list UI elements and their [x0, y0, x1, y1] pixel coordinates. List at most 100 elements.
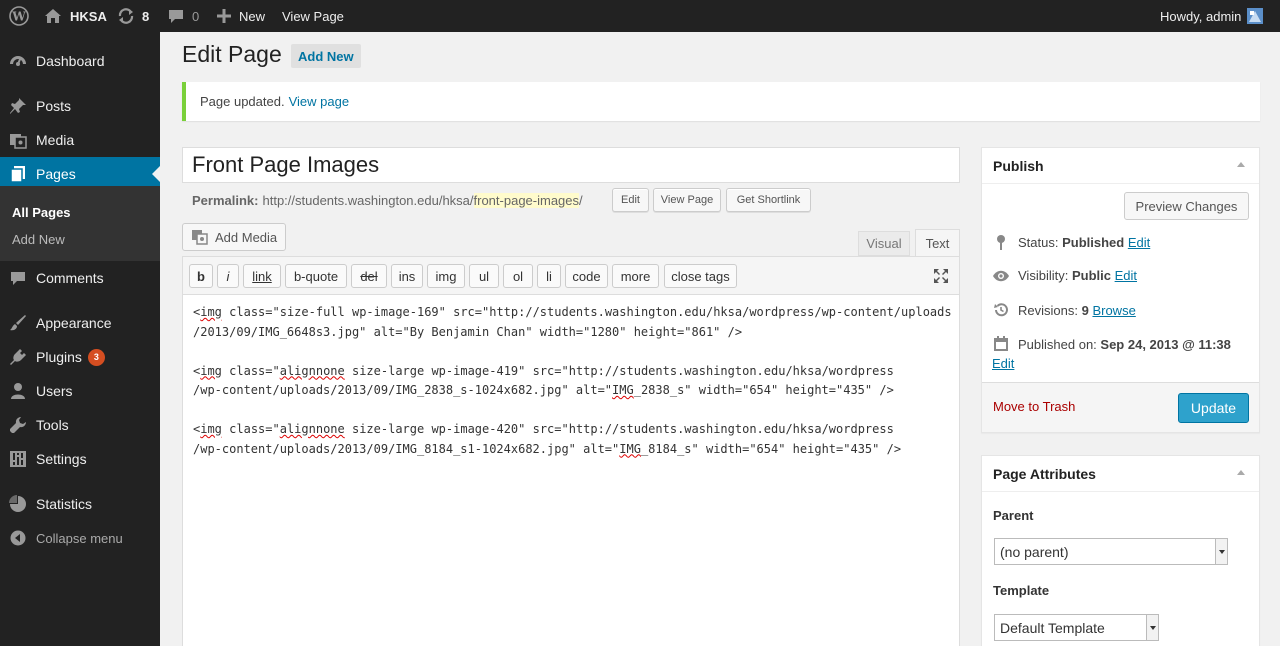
edit-status-link[interactable]: Edit — [1128, 235, 1150, 250]
submenu-item-add-new[interactable]: Add New — [12, 232, 65, 247]
brush-icon — [0, 314, 36, 332]
sidebar-item-dashboard[interactable]: Dashboard — [0, 44, 160, 78]
quicktag-close-tags-button[interactable]: close tags — [664, 264, 737, 288]
collapse-toggle-icon[interactable] — [1237, 470, 1245, 475]
view-page-notice-link[interactable]: View page — [289, 94, 349, 109]
page-attributes-header[interactable]: Page Attributes — [982, 456, 1259, 492]
comment-icon — [169, 10, 183, 23]
page-attributes-title: Page Attributes — [993, 465, 1096, 482]
site-name-link[interactable]: HKSA — [44, 0, 107, 32]
code-content[interactable]: <img class="size-full wp-image-169" src=… — [193, 303, 953, 459]
quicktag-code-button[interactable]: code — [565, 264, 608, 288]
template-select[interactable]: Default Template — [994, 614, 1159, 641]
settings-icon — [0, 450, 36, 468]
chevron-down-icon — [1215, 539, 1227, 564]
notice-text: Page updated. — [200, 94, 285, 109]
quicktag-italic-button[interactable]: i — [217, 264, 239, 288]
post-title-input[interactable]: Front Page Images — [182, 147, 960, 183]
quicktag-li-button[interactable]: li — [537, 264, 561, 288]
collapse-arrow-icon — [0, 530, 36, 546]
chart-icon — [0, 495, 36, 513]
update-button[interactable]: Update — [1178, 393, 1249, 423]
edit-date-row: Edit — [992, 356, 1014, 371]
comments-link[interactable]: 0 — [167, 0, 199, 32]
sidebar-item-users[interactable]: Users — [0, 374, 160, 408]
text-editor[interactable]: b i link b-quote del ins img ul ol li co… — [182, 256, 960, 646]
parent-label: Parent — [993, 508, 1034, 523]
comments-count: 0 — [192, 8, 200, 24]
sidebar-item-appearance[interactable]: Appearance — [0, 306, 160, 340]
view-page-button[interactable]: View Page — [653, 188, 721, 212]
get-shortlink-button[interactable]: Get Shortlink — [726, 188, 811, 212]
quicktag-more-button[interactable]: more — [612, 264, 659, 288]
wordpress-logo-icon[interactable]: W — [9, 0, 29, 32]
page-attributes-box: Page Attributes Parent (no parent) Templ… — [981, 455, 1260, 646]
calendar-icon — [992, 336, 1010, 352]
pages-icon — [0, 165, 36, 183]
admin-bar: W HKSA 8 0 New View Page Howdy, admin — [0, 0, 1280, 32]
wrench-icon — [0, 416, 36, 434]
edit-permalink-button[interactable]: Edit — [612, 188, 649, 212]
tab-text[interactable]: Text — [915, 229, 960, 257]
parent-select[interactable]: (no parent) — [994, 538, 1228, 565]
comment-icon — [0, 270, 36, 286]
users-icon — [0, 382, 36, 400]
quicktag-link-button[interactable]: link — [243, 264, 281, 288]
sidebar-item-statistics[interactable]: Statistics — [0, 487, 160, 521]
quicktag-img-button[interactable]: img — [427, 264, 465, 288]
home-icon — [45, 9, 61, 23]
plugin-icon — [0, 348, 36, 366]
updates-link[interactable]: 8 — [117, 0, 149, 32]
sidebar-item-settings[interactable]: Settings — [0, 442, 160, 476]
edit-date-link[interactable]: Edit — [992, 356, 1014, 371]
permalink-label: Permalink: — [192, 192, 259, 208]
permalink-slug[interactable]: front-page-images — [473, 192, 580, 208]
code-line: <img class="size-full wp-image-169" src=… — [193, 305, 952, 319]
submenu-item-all-pages[interactable]: All Pages — [12, 205, 71, 220]
preview-changes-button[interactable]: Preview Changes — [1124, 192, 1249, 220]
sidebar-item-posts[interactable]: Posts — [0, 89, 160, 123]
code-line: /wp-content/uploads/2013/09/IMG_8184_s1-… — [193, 441, 902, 456]
publish-box-header[interactable]: Publish — [982, 148, 1259, 184]
quicktags-toolbar: b i link b-quote del ins img ul ol li co… — [183, 257, 959, 295]
quicktag-blockquote-button[interactable]: b-quote — [285, 264, 347, 288]
media-icon — [0, 131, 36, 149]
revisions-row: Revisions: 9 Browse — [992, 302, 1136, 318]
quicktag-ul-button[interactable]: ul — [469, 264, 499, 288]
tab-visual[interactable]: Visual — [858, 231, 910, 256]
permalink-base: http://students.washington.edu/hksa/ — [262, 192, 474, 208]
page-title: Edit Page — [182, 41, 282, 67]
add-media-button[interactable]: Add Media — [182, 223, 286, 251]
pin-icon — [992, 234, 1010, 250]
sidebar-item-plugins[interactable]: Plugins 3 — [0, 340, 160, 374]
quicktag-ins-button[interactable]: ins — [391, 264, 423, 288]
avatar — [1247, 8, 1264, 24]
sidebar-item-media[interactable]: Media — [0, 123, 160, 157]
quicktag-ol-button[interactable]: ol — [503, 264, 533, 288]
publish-box-title: Publish — [993, 157, 1044, 174]
move-to-trash-link[interactable]: Move to Trash — [993, 399, 1075, 414]
add-new-button[interactable]: Add New — [291, 44, 361, 68]
published-on-row: Published on: Sep 24, 2013 @ 11:38 — [992, 336, 1231, 352]
fullscreen-icon[interactable] — [933, 268, 949, 287]
collapse-menu-button[interactable]: Collapse menu — [0, 521, 160, 555]
collapse-toggle-icon[interactable] — [1237, 162, 1245, 167]
eye-icon — [992, 270, 1010, 282]
media-icon — [192, 230, 208, 245]
new-content-link[interactable]: New — [217, 0, 265, 32]
code-line: /wp-content/uploads/2013/09/IMG_2838_s-1… — [193, 383, 894, 397]
my-account-link[interactable]: Howdy, admin — [1160, 0, 1264, 32]
update-notice: Page updated. View page — [182, 82, 1260, 121]
status-row: Status: Published Edit — [992, 234, 1150, 250]
quicktag-del-button[interactable]: del — [351, 264, 387, 288]
browse-revisions-link[interactable]: Browse — [1092, 303, 1135, 318]
chevron-down-icon — [1146, 615, 1158, 640]
howdy-text: Howdy, admin — [1160, 8, 1242, 24]
view-page-link[interactable]: View Page — [282, 0, 344, 32]
edit-visibility-link[interactable]: Edit — [1115, 268, 1137, 283]
quicktag-bold-button[interactable]: b — [189, 264, 213, 288]
view-page-label: View Page — [282, 8, 344, 24]
sidebar-item-tools[interactable]: Tools — [0, 408, 160, 442]
new-label: New — [239, 8, 266, 24]
sidebar-item-comments[interactable]: Comments — [0, 261, 160, 295]
